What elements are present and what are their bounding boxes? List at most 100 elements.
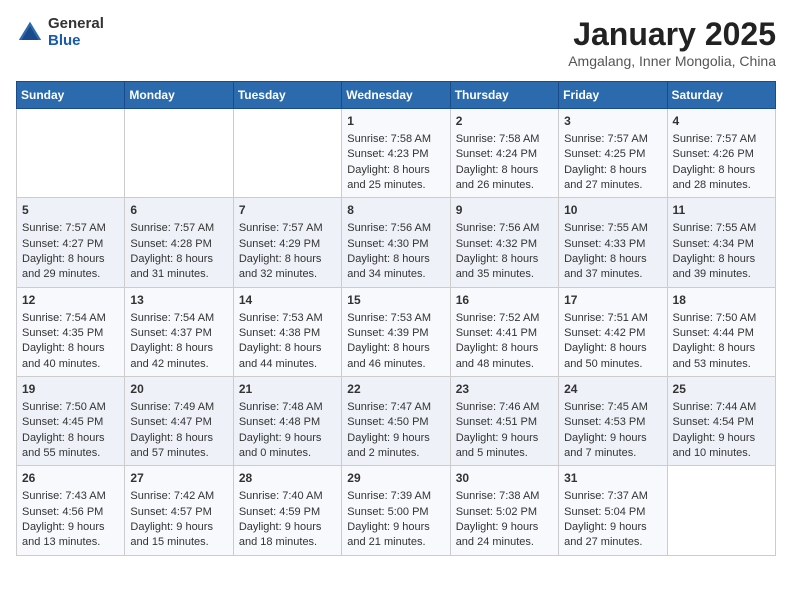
calendar-day-15: 15Sunrise: 7:53 AMSunset: 4:39 PMDayligh… [342,287,450,376]
calendar-day-3: 3Sunrise: 7:57 AMSunset: 4:25 PMDaylight… [559,109,667,198]
calendar-day-empty [125,109,233,198]
calendar-day-9: 9Sunrise: 7:56 AMSunset: 4:32 PMDaylight… [450,198,558,287]
day-number: 28 [239,470,336,487]
day-info: Sunset: 4:42 PM [564,326,661,341]
day-info: Daylight: 8 hours [22,431,119,446]
day-info: and 46 minutes. [347,357,444,372]
calendar-day-12: 12Sunrise: 7:54 AMSunset: 4:35 PMDayligh… [17,287,125,376]
day-info: and 26 minutes. [456,178,553,193]
day-info: Sunset: 4:35 PM [22,326,119,341]
day-info: Daylight: 9 hours [239,431,336,446]
calendar-week-2: 5Sunrise: 7:57 AMSunset: 4:27 PMDaylight… [17,198,776,287]
day-info: and 44 minutes. [239,357,336,372]
day-info: Daylight: 8 hours [130,341,227,356]
day-number: 12 [22,292,119,309]
day-number: 13 [130,292,227,309]
calendar-subtitle: Amgalang, Inner Mongolia, China [568,53,776,69]
day-info: Sunrise: 7:55 AM [564,221,661,236]
day-info: Sunrise: 7:43 AM [22,489,119,504]
day-info: Daylight: 8 hours [564,252,661,267]
day-info: Sunset: 4:57 PM [130,505,227,520]
day-number: 16 [456,292,553,309]
calendar-day-17: 17Sunrise: 7:51 AMSunset: 4:42 PMDayligh… [559,287,667,376]
calendar-day-7: 7Sunrise: 7:57 AMSunset: 4:29 PMDaylight… [233,198,341,287]
day-info: Sunset: 4:48 PM [239,415,336,430]
calendar-day-24: 24Sunrise: 7:45 AMSunset: 4:53 PMDayligh… [559,377,667,466]
day-info: and 39 minutes. [673,267,770,282]
day-info: and 25 minutes. [347,178,444,193]
day-header-tuesday: Tuesday [233,82,341,109]
day-info: Sunset: 5:02 PM [456,505,553,520]
calendar-week-3: 12Sunrise: 7:54 AMSunset: 4:35 PMDayligh… [17,287,776,376]
day-info: Sunrise: 7:56 AM [456,221,553,236]
day-info: Daylight: 9 hours [673,431,770,446]
day-number: 25 [673,381,770,398]
day-info: Sunset: 4:23 PM [347,147,444,162]
day-number: 11 [673,202,770,219]
day-info: Sunset: 4:44 PM [673,326,770,341]
logo-icon [16,19,44,47]
day-info: and 37 minutes. [564,267,661,282]
day-info: Daylight: 8 hours [673,252,770,267]
day-info: Sunrise: 7:47 AM [347,400,444,415]
day-info: Daylight: 9 hours [347,431,444,446]
day-info: and 27 minutes. [564,535,661,550]
calendar-title: January 2025 [568,16,776,53]
day-info: Sunset: 4:50 PM [347,415,444,430]
day-number: 7 [239,202,336,219]
calendar-day-18: 18Sunrise: 7:50 AMSunset: 4:44 PMDayligh… [667,287,775,376]
calendar-day-30: 30Sunrise: 7:38 AMSunset: 5:02 PMDayligh… [450,466,558,555]
day-info: Sunrise: 7:51 AM [564,311,661,326]
calendar-day-21: 21Sunrise: 7:48 AMSunset: 4:48 PMDayligh… [233,377,341,466]
day-info: Sunrise: 7:45 AM [564,400,661,415]
calendar-day-26: 26Sunrise: 7:43 AMSunset: 4:56 PMDayligh… [17,466,125,555]
calendar-day-19: 19Sunrise: 7:50 AMSunset: 4:45 PMDayligh… [17,377,125,466]
day-info: Daylight: 9 hours [564,520,661,535]
day-info: Sunset: 4:37 PM [130,326,227,341]
day-info: and 48 minutes. [456,357,553,372]
calendar-day-14: 14Sunrise: 7:53 AMSunset: 4:38 PMDayligh… [233,287,341,376]
day-number: 30 [456,470,553,487]
calendar-day-16: 16Sunrise: 7:52 AMSunset: 4:41 PMDayligh… [450,287,558,376]
day-info: and 5 minutes. [456,446,553,461]
day-info: Sunrise: 7:46 AM [456,400,553,415]
day-info: Sunrise: 7:44 AM [673,400,770,415]
day-info: Daylight: 8 hours [564,341,661,356]
day-number: 31 [564,470,661,487]
day-info: Daylight: 8 hours [239,341,336,356]
calendar-title-block: January 2025 Amgalang, Inner Mongolia, C… [568,16,776,69]
day-info: Daylight: 9 hours [347,520,444,535]
day-info: and 21 minutes. [347,535,444,550]
calendar-day-4: 4Sunrise: 7:57 AMSunset: 4:26 PMDaylight… [667,109,775,198]
day-info: Sunrise: 7:57 AM [564,132,661,147]
day-info: Sunrise: 7:56 AM [347,221,444,236]
day-info: and 53 minutes. [673,357,770,372]
day-number: 18 [673,292,770,309]
day-info: and 50 minutes. [564,357,661,372]
day-info: and 13 minutes. [22,535,119,550]
day-header-thursday: Thursday [450,82,558,109]
day-info: and 40 minutes. [22,357,119,372]
day-number: 21 [239,381,336,398]
day-number: 1 [347,113,444,130]
day-info: and 0 minutes. [239,446,336,461]
day-info: and 57 minutes. [130,446,227,461]
day-info: Sunrise: 7:37 AM [564,489,661,504]
day-info: Daylight: 8 hours [347,252,444,267]
day-header-monday: Monday [125,82,233,109]
calendar-day-13: 13Sunrise: 7:54 AMSunset: 4:37 PMDayligh… [125,287,233,376]
day-info: Sunset: 4:33 PM [564,237,661,252]
day-info: Sunrise: 7:50 AM [22,400,119,415]
calendar-day-23: 23Sunrise: 7:46 AMSunset: 4:51 PMDayligh… [450,377,558,466]
calendar-week-5: 26Sunrise: 7:43 AMSunset: 4:56 PMDayligh… [17,466,776,555]
calendar-table: SundayMondayTuesdayWednesdayThursdayFrid… [16,81,776,556]
day-info: Sunrise: 7:57 AM [22,221,119,236]
calendar-week-1: 1Sunrise: 7:58 AMSunset: 4:23 PMDaylight… [17,109,776,198]
day-number: 29 [347,470,444,487]
calendar-day-empty [233,109,341,198]
day-info: and 42 minutes. [130,357,227,372]
day-info: Sunset: 4:41 PM [456,326,553,341]
day-info: Daylight: 8 hours [22,252,119,267]
calendar-day-29: 29Sunrise: 7:39 AMSunset: 5:00 PMDayligh… [342,466,450,555]
day-number: 9 [456,202,553,219]
